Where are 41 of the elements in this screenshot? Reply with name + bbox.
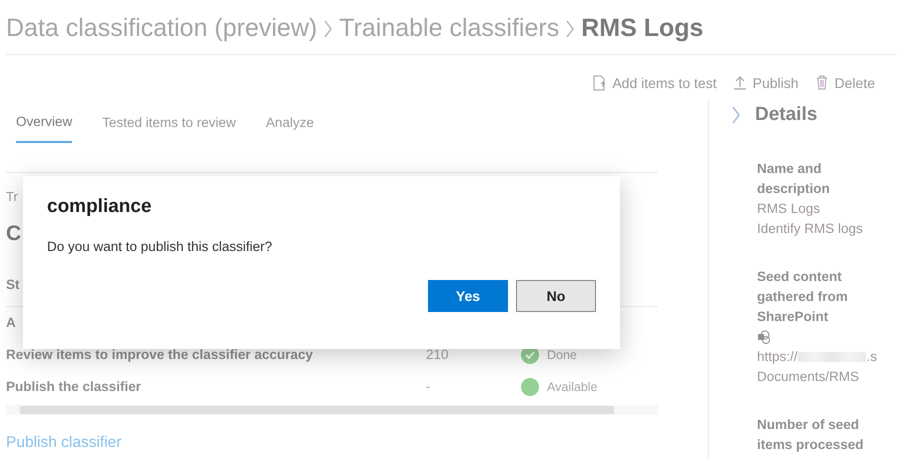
cancel-button[interactable]: No <box>516 280 596 312</box>
toolbar-button[interactable]: Publish <box>732 67 799 99</box>
status-text: Done <box>547 346 577 364</box>
caption-text: Tr <box>6 189 18 204</box>
toolbar-button[interactable]: Add items to test <box>592 67 717 99</box>
column-header: St <box>6 277 20 292</box>
trash-icon <box>814 75 829 91</box>
chevron-icon <box>323 20 334 38</box>
table-cell-text: 210 <box>426 346 450 364</box>
breadcrumb-link[interactable]: Data classification (preview) <box>6 10 318 48</box>
page-heading: C <box>6 222 22 245</box>
redacted-text <box>798 352 866 362</box>
table-cell: A <box>6 315 16 330</box>
section-heading: Name and description <box>757 160 831 198</box>
upload-icon <box>732 75 747 91</box>
tab[interactable]: Analyze <box>266 111 314 143</box>
toolbar-button[interactable]: Delete <box>814 67 875 99</box>
dialog-title: compliance <box>47 196 153 219</box>
chevron-icon <box>565 20 576 38</box>
url-text[interactable]: https:// <box>757 347 798 367</box>
table-cell-text: - <box>426 378 432 396</box>
detail-text: RMS Logs <box>757 200 822 218</box>
panel-title: Details <box>755 102 818 127</box>
publish-link[interactable]: Publish classifier <box>6 431 122 454</box>
table-cell-text: Publish the classifier <box>6 378 142 396</box>
detail-text: Identify RMS logs <box>757 220 864 238</box>
horizontal-scrollbar[interactable] <box>6 405 658 415</box>
table-cell-text: Review items to improve the classifier accuracy <box>6 346 314 364</box>
add-document-icon <box>592 75 606 91</box>
section-heading: Seed content gathered from SharePoint <box>757 268 849 326</box>
tab[interactable]: Tested items to review <box>102 111 236 143</box>
status-text: Available <box>547 378 598 396</box>
dialog-message: Do you want to publish this classifier? <box>47 238 274 256</box>
url-text[interactable]: .s <box>866 347 877 367</box>
confirm-button[interactable]: Yes <box>428 280 508 312</box>
sharepoint-icon <box>757 330 771 344</box>
section-heading: Number of seed items processed <box>757 416 865 454</box>
chevron-icon <box>731 106 741 124</box>
tab[interactable]: Overview <box>16 111 72 143</box>
detail-text: Documents/RMS <box>757 368 860 386</box>
breadcrumb-link[interactable]: Trainable classifiers <box>339 10 560 48</box>
